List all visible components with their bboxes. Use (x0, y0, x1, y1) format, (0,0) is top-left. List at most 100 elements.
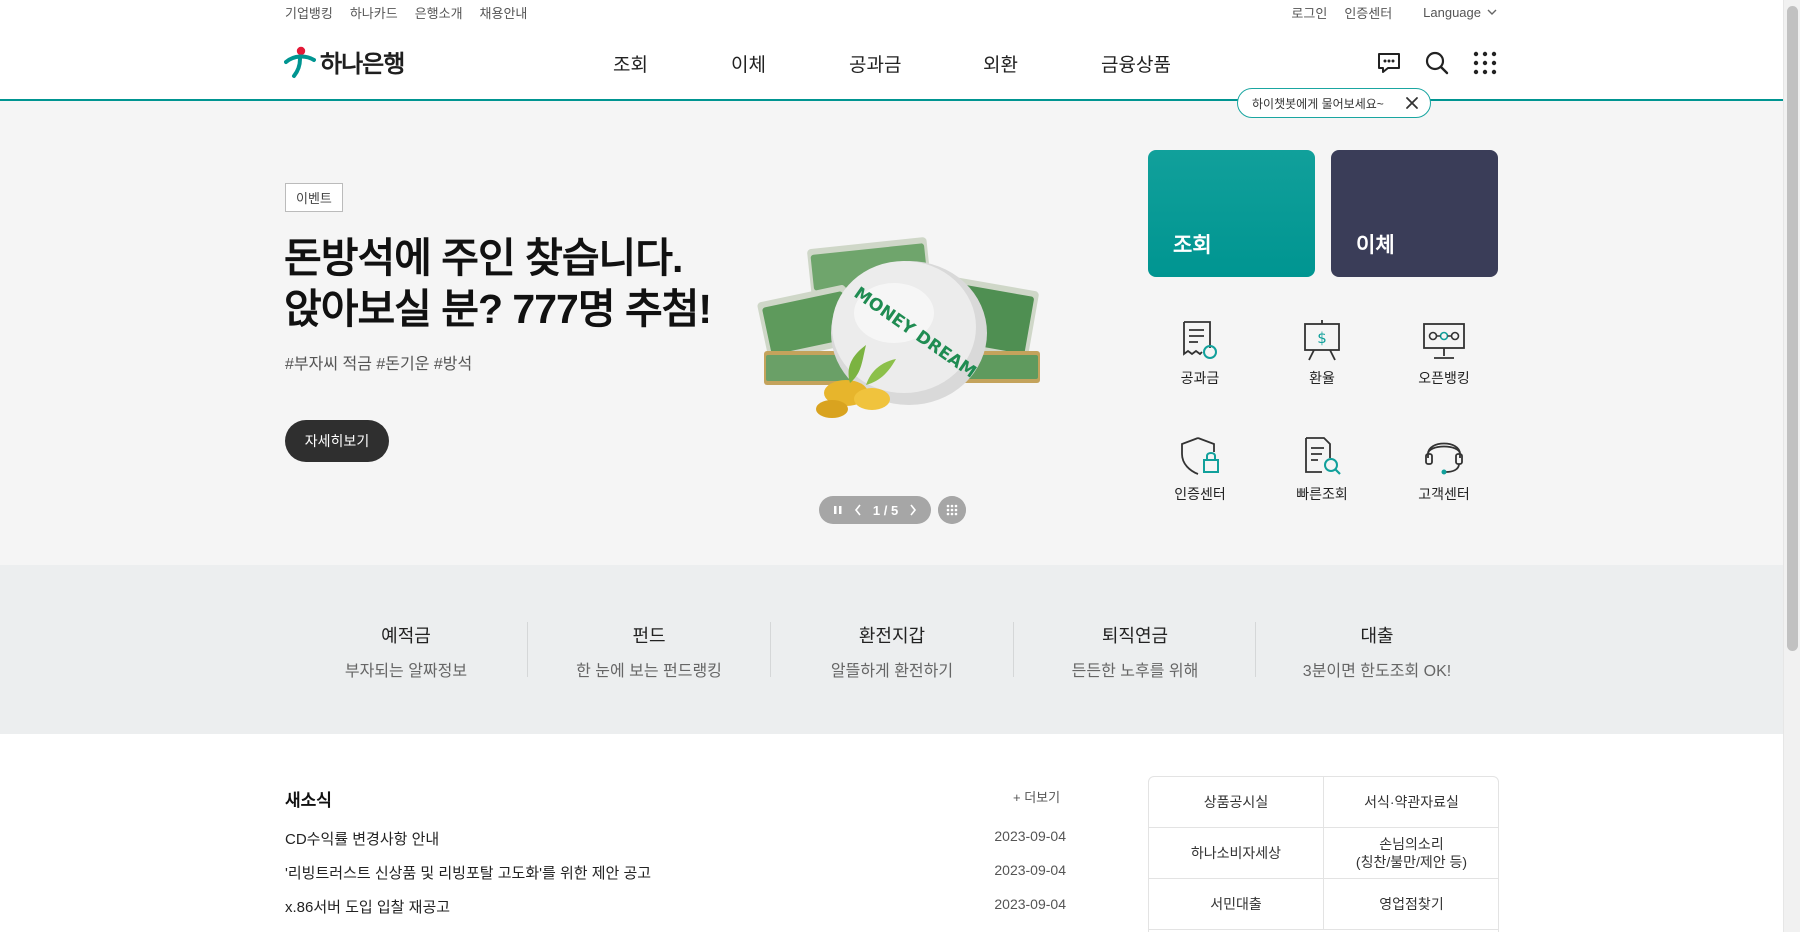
band-item-title: 대출 (1360, 626, 1394, 646)
language-select[interactable]: Language (1423, 5, 1497, 20)
hero-more-button[interactable]: 자세히보기 (285, 420, 389, 462)
news-row-title: x.86서버 도입 입찰 재공고 (285, 899, 451, 916)
band-item-subtitle: 부자되는 알짜정보 (344, 663, 468, 680)
main-menu: 조회 이체 공과금 외환 금융상품 (613, 50, 1171, 77)
news-row[interactable]: x.86서버 도입 입찰 재공고 2023-09-04 (285, 896, 1066, 917)
hana-bank-logo[interactable]: 하나은행 (284, 44, 405, 79)
login-link[interactable]: 로그인 (1291, 3, 1327, 22)
hero-headline-line-1: 돈방석에 주인 찾습니다. (284, 235, 683, 281)
band-item-title: 환전지갑 (858, 626, 926, 646)
util-link-recruit[interactable]: 채용안내 (480, 3, 528, 22)
quick-item-label: 고객센터 (1418, 486, 1470, 502)
link-product-disclosure[interactable]: 상품공시실 (1149, 777, 1324, 828)
carousel-grid-icon[interactable] (938, 496, 966, 524)
hero-section: 이벤트 돈방석에 주인 찾습니다. 앉아보실 분? 777명 추첨! #부자씨 … (0, 101, 1783, 565)
chatbot-icon[interactable] (1376, 50, 1402, 76)
band-item-subtitle: 알뜰하게 환전하기 (830, 663, 954, 680)
chatbot-tooltip[interactable]: 하이챗봇에게 물어보세요~ (1237, 88, 1431, 118)
util-link-corporate-banking[interactable]: 기업뱅킹 (285, 3, 333, 22)
shield-lock-icon (1181, 437, 1219, 475)
band-item-subtitle: 3분이면 한도조회 OK! (1302, 663, 1452, 680)
quick-item-label: 환율 (1309, 370, 1335, 386)
chevron-right-icon[interactable] (909, 504, 917, 516)
news-row-date: 2023-09-04 (994, 862, 1066, 878)
link-customer-voice[interactable]: 손님의소리 (칭찬/불만/제안 등) (1324, 828, 1498, 879)
pause-icon[interactable] (833, 505, 843, 515)
link-forms-terms[interactable]: 서식·약관자료실 (1324, 777, 1498, 828)
news-row-date: 2023-09-04 (994, 828, 1066, 844)
close-icon[interactable] (1404, 95, 1420, 111)
quick-card-transfer-label: 이체 (1356, 234, 1395, 257)
hana-logo-mark-icon (284, 46, 316, 78)
quick-card-inquiry[interactable]: 조회 (1148, 150, 1315, 277)
open-banking-icon (1423, 323, 1465, 359)
page-scrollbar[interactable] (1783, 0, 1800, 932)
scrollbar-thumb[interactable] (1787, 6, 1798, 651)
exchange-rate-board-icon: $ (1304, 320, 1340, 361)
language-label: Language (1423, 5, 1481, 20)
link-low-income-loan[interactable]: 서민대출 (1149, 879, 1324, 930)
util-link-hana-card[interactable]: 하나카드 (350, 3, 398, 22)
quick-card-transfer[interactable]: 이체 (1331, 150, 1498, 277)
menu-item-transfer[interactable]: 이체 (731, 50, 849, 77)
news-row[interactable]: '리빙트러스트 신상품 및 리빙포탈 고도화'를 위한 제안 공고 2023-0… (285, 862, 1066, 883)
cert-center-link[interactable]: 인증센터 (1344, 3, 1392, 22)
quick-item-open-banking[interactable]: 오픈뱅킹 (1389, 318, 1499, 388)
menu-item-inquiry[interactable]: 조회 (613, 50, 731, 77)
quick-item-label: 빠른조회 (1296, 486, 1348, 502)
link-branch-finder[interactable]: 영업점찾기 (1324, 879, 1498, 930)
quick-item-customer-center[interactable]: 고객센터 (1389, 434, 1499, 504)
utility-links-left: 기업뱅킹 하나카드 은행소개 채용안내 (285, 3, 527, 22)
search-icon[interactable] (1424, 50, 1450, 76)
menu-item-foreign-exchange[interactable]: 외환 (983, 50, 1101, 77)
band-item-title: 퇴직연금 (1101, 626, 1169, 646)
news-row-title: CD수익률 변경사항 안내 (285, 831, 440, 848)
hero-headline: 돈방석에 주인 찾습니다. 앉아보실 분? 777명 추첨! (284, 233, 712, 335)
band-item-subtitle: 한 눈에 보는 펀드랭킹 (576, 663, 722, 680)
chevron-left-icon[interactable] (854, 504, 862, 516)
all-menu-grid-icon[interactable] (1472, 50, 1498, 76)
news-row[interactable]: CD수익률 변경사항 안내 2023-09-04 (285, 828, 1066, 849)
carousel-pager: 1 / 5 (819, 496, 931, 524)
hero-tags: #부자씨 적금 #돈기운 #방석 (285, 356, 473, 373)
header-icons (1376, 50, 1498, 76)
news-more-link[interactable]: + 더보기 (1013, 787, 1060, 806)
menu-item-utility-bills[interactable]: 공과금 (849, 50, 983, 77)
quick-item-cert-center[interactable]: 인증센터 (1145, 434, 1255, 504)
hero-headline-line-2: 앉아보실 분? 777명 추첨! (284, 286, 712, 332)
link-customer-voice-label: 손님의소리 (1379, 836, 1444, 852)
quick-item-label: 오픈뱅킹 (1418, 370, 1470, 386)
util-link-bank-intro[interactable]: 은행소개 (415, 3, 463, 22)
quick-item-label: 인증센터 (1174, 486, 1226, 502)
document-search-icon (1305, 437, 1341, 475)
utility-bar: 기업뱅킹 하나카드 은행소개 채용안내 로그인 인증센터 Language (0, 0, 1783, 22)
money-cushion-image: MONEY DREAM (757, 237, 1040, 418)
chatbot-tooltip-text: 하이챗봇에게 물어보세요~ (1252, 96, 1384, 111)
quick-item-utility-bills[interactable]: 공과금 (1145, 318, 1255, 388)
product-shortcut-band: 예적금 부자되는 알짜정보 펀드 한 눈에 보는 펀드랭킹 환전지갑 알뜰하게 … (0, 565, 1783, 734)
logo-text: 하나은행 (320, 51, 405, 78)
band-item-pension[interactable]: 퇴직연금 든든한 노후를 위해 (1014, 622, 1256, 681)
link-consumer-world[interactable]: 하나소비자세상 (1149, 828, 1324, 879)
link-customer-voice-sub: (칭찬/불만/제안 등) (1355, 854, 1468, 870)
main-header: 하나은행 조회 이체 공과금 외환 금융상품 (0, 22, 1783, 101)
menu-item-financial-products[interactable]: 금융상품 (1101, 50, 1171, 77)
quick-item-exchange-rate[interactable]: $ 환율 (1267, 318, 1377, 388)
band-item-loans[interactable]: 대출 3분이면 한도조회 OK! (1256, 622, 1498, 681)
band-item-title: 예적금 (381, 626, 431, 646)
band-item-subtitle: 든든한 노후를 위해 (1071, 663, 1199, 680)
quick-link-grid: 상품공시실 서식·약관자료실 하나소비자세상 손님의소리 (칭찬/불만/제안 등… (1148, 776, 1499, 932)
band-item-fx-wallet[interactable]: 환전지갑 알뜰하게 환전하기 (771, 622, 1013, 681)
headset-icon (1425, 442, 1463, 475)
utility-links-right: 로그인 인증센터 Language (1291, 3, 1497, 22)
quick-item-quick-inquiry[interactable]: 빠른조회 (1267, 434, 1377, 504)
svg-text:$: $ (1317, 329, 1327, 347)
carousel-page-indicator: 1 / 5 (872, 502, 899, 518)
quick-card-inquiry-label: 조회 (1173, 234, 1212, 257)
band-item-deposits[interactable]: 예적금 부자되는 알짜정보 (285, 622, 527, 681)
chevron-down-icon (1487, 9, 1497, 15)
news-section-title: 새소식 (285, 791, 332, 810)
band-item-funds[interactable]: 펀드 한 눈에 보는 펀드랭킹 (528, 622, 770, 681)
news-row-date: 2023-09-04 (994, 896, 1066, 912)
news-row-title: '리빙트러스트 신상품 및 리빙포탈 고도화'를 위한 제안 공고 (285, 865, 652, 882)
